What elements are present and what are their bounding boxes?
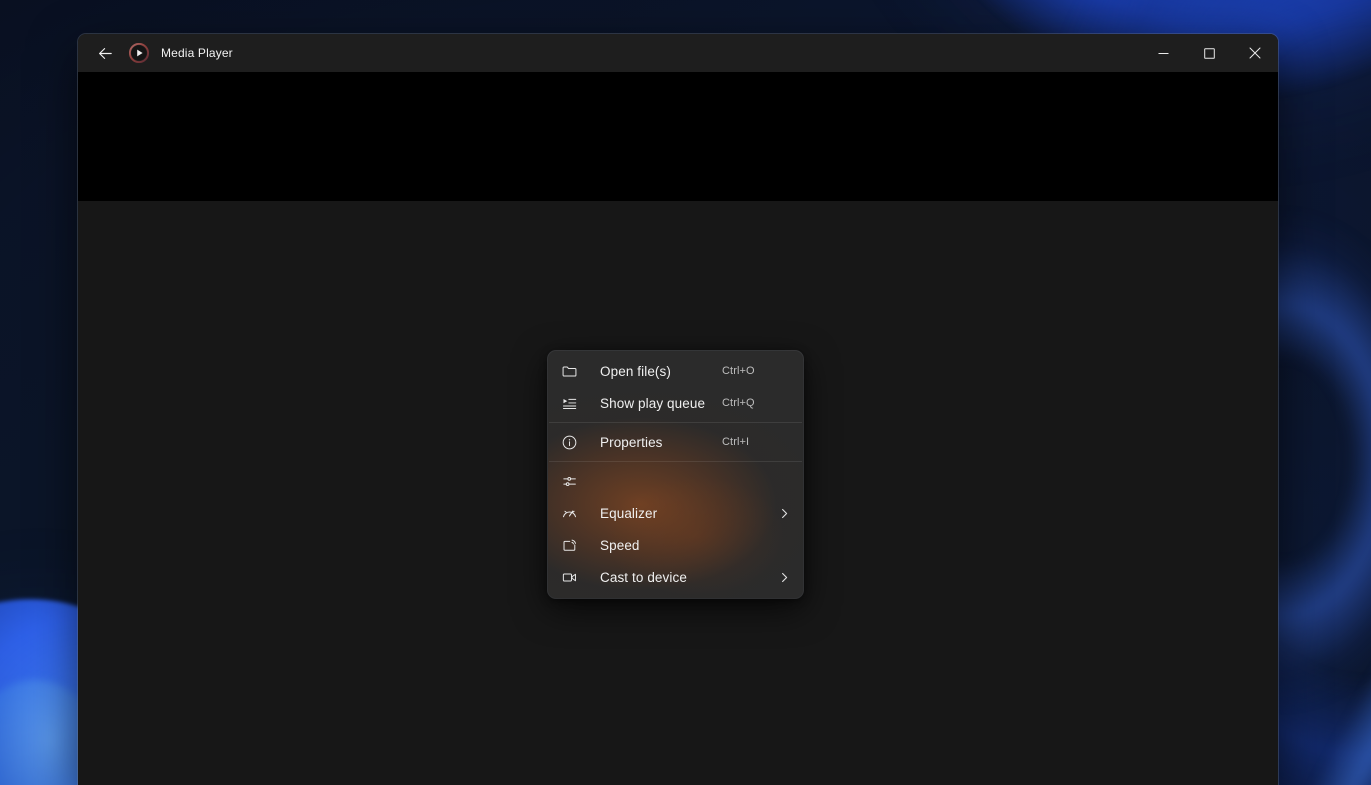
video-camera-icon xyxy=(559,567,579,587)
menu-item-cast-to-device[interactable]: Speed xyxy=(548,529,803,561)
window-titlebar[interactable]: Media Player xyxy=(78,34,1278,72)
menu-item-accelerator: Ctrl+O xyxy=(722,365,755,377)
menu-item-label: Open file(s) xyxy=(600,364,671,379)
menu-item-properties[interactable]: Properties Ctrl+I xyxy=(548,426,803,458)
folder-icon xyxy=(559,361,579,381)
menu-separator xyxy=(549,422,802,423)
menu-item-open-files[interactable]: Open file(s) Ctrl+O xyxy=(548,355,803,387)
chevron-right-icon xyxy=(779,572,790,583)
menu-item-accelerator: Ctrl+I xyxy=(722,436,749,448)
minimize-icon xyxy=(1158,48,1169,59)
player-context-menu: Open file(s) Ctrl+O Show play queue Ctrl… xyxy=(548,351,803,598)
menu-item-video-settings[interactable]: Cast to device xyxy=(548,561,803,593)
back-arrow-icon xyxy=(97,45,114,62)
menu-item-label: Show play queue xyxy=(600,396,705,411)
menu-item-equalizer[interactable] xyxy=(548,465,803,497)
play-queue-icon xyxy=(559,393,579,413)
menu-item-show-play-queue[interactable]: Show play queue Ctrl+Q xyxy=(548,387,803,419)
close-button[interactable] xyxy=(1232,34,1278,72)
info-circle-icon xyxy=(559,432,579,452)
menu-item-speed[interactable]: Equalizer xyxy=(548,497,803,529)
close-icon xyxy=(1249,47,1261,59)
speed-gauge-icon xyxy=(559,503,579,523)
window-title: Media Player xyxy=(161,46,233,60)
media-player-logo-icon xyxy=(129,43,149,63)
maximize-icon xyxy=(1204,48,1215,59)
menu-item-label: Speed xyxy=(600,538,640,553)
cast-icon xyxy=(559,535,579,555)
equalizer-icon xyxy=(559,471,579,491)
menu-separator xyxy=(549,461,802,462)
maximize-button[interactable] xyxy=(1186,34,1232,72)
menu-item-label: Properties xyxy=(600,435,663,450)
video-stage[interactable] xyxy=(78,72,1278,201)
back-button[interactable] xyxy=(85,38,125,68)
menu-item-accelerator: Ctrl+Q xyxy=(722,397,755,409)
minimize-button[interactable] xyxy=(1140,34,1186,72)
menu-item-label: Cast to device xyxy=(600,570,687,585)
menu-item-label: Equalizer xyxy=(600,506,657,521)
chevron-right-icon xyxy=(779,508,790,519)
